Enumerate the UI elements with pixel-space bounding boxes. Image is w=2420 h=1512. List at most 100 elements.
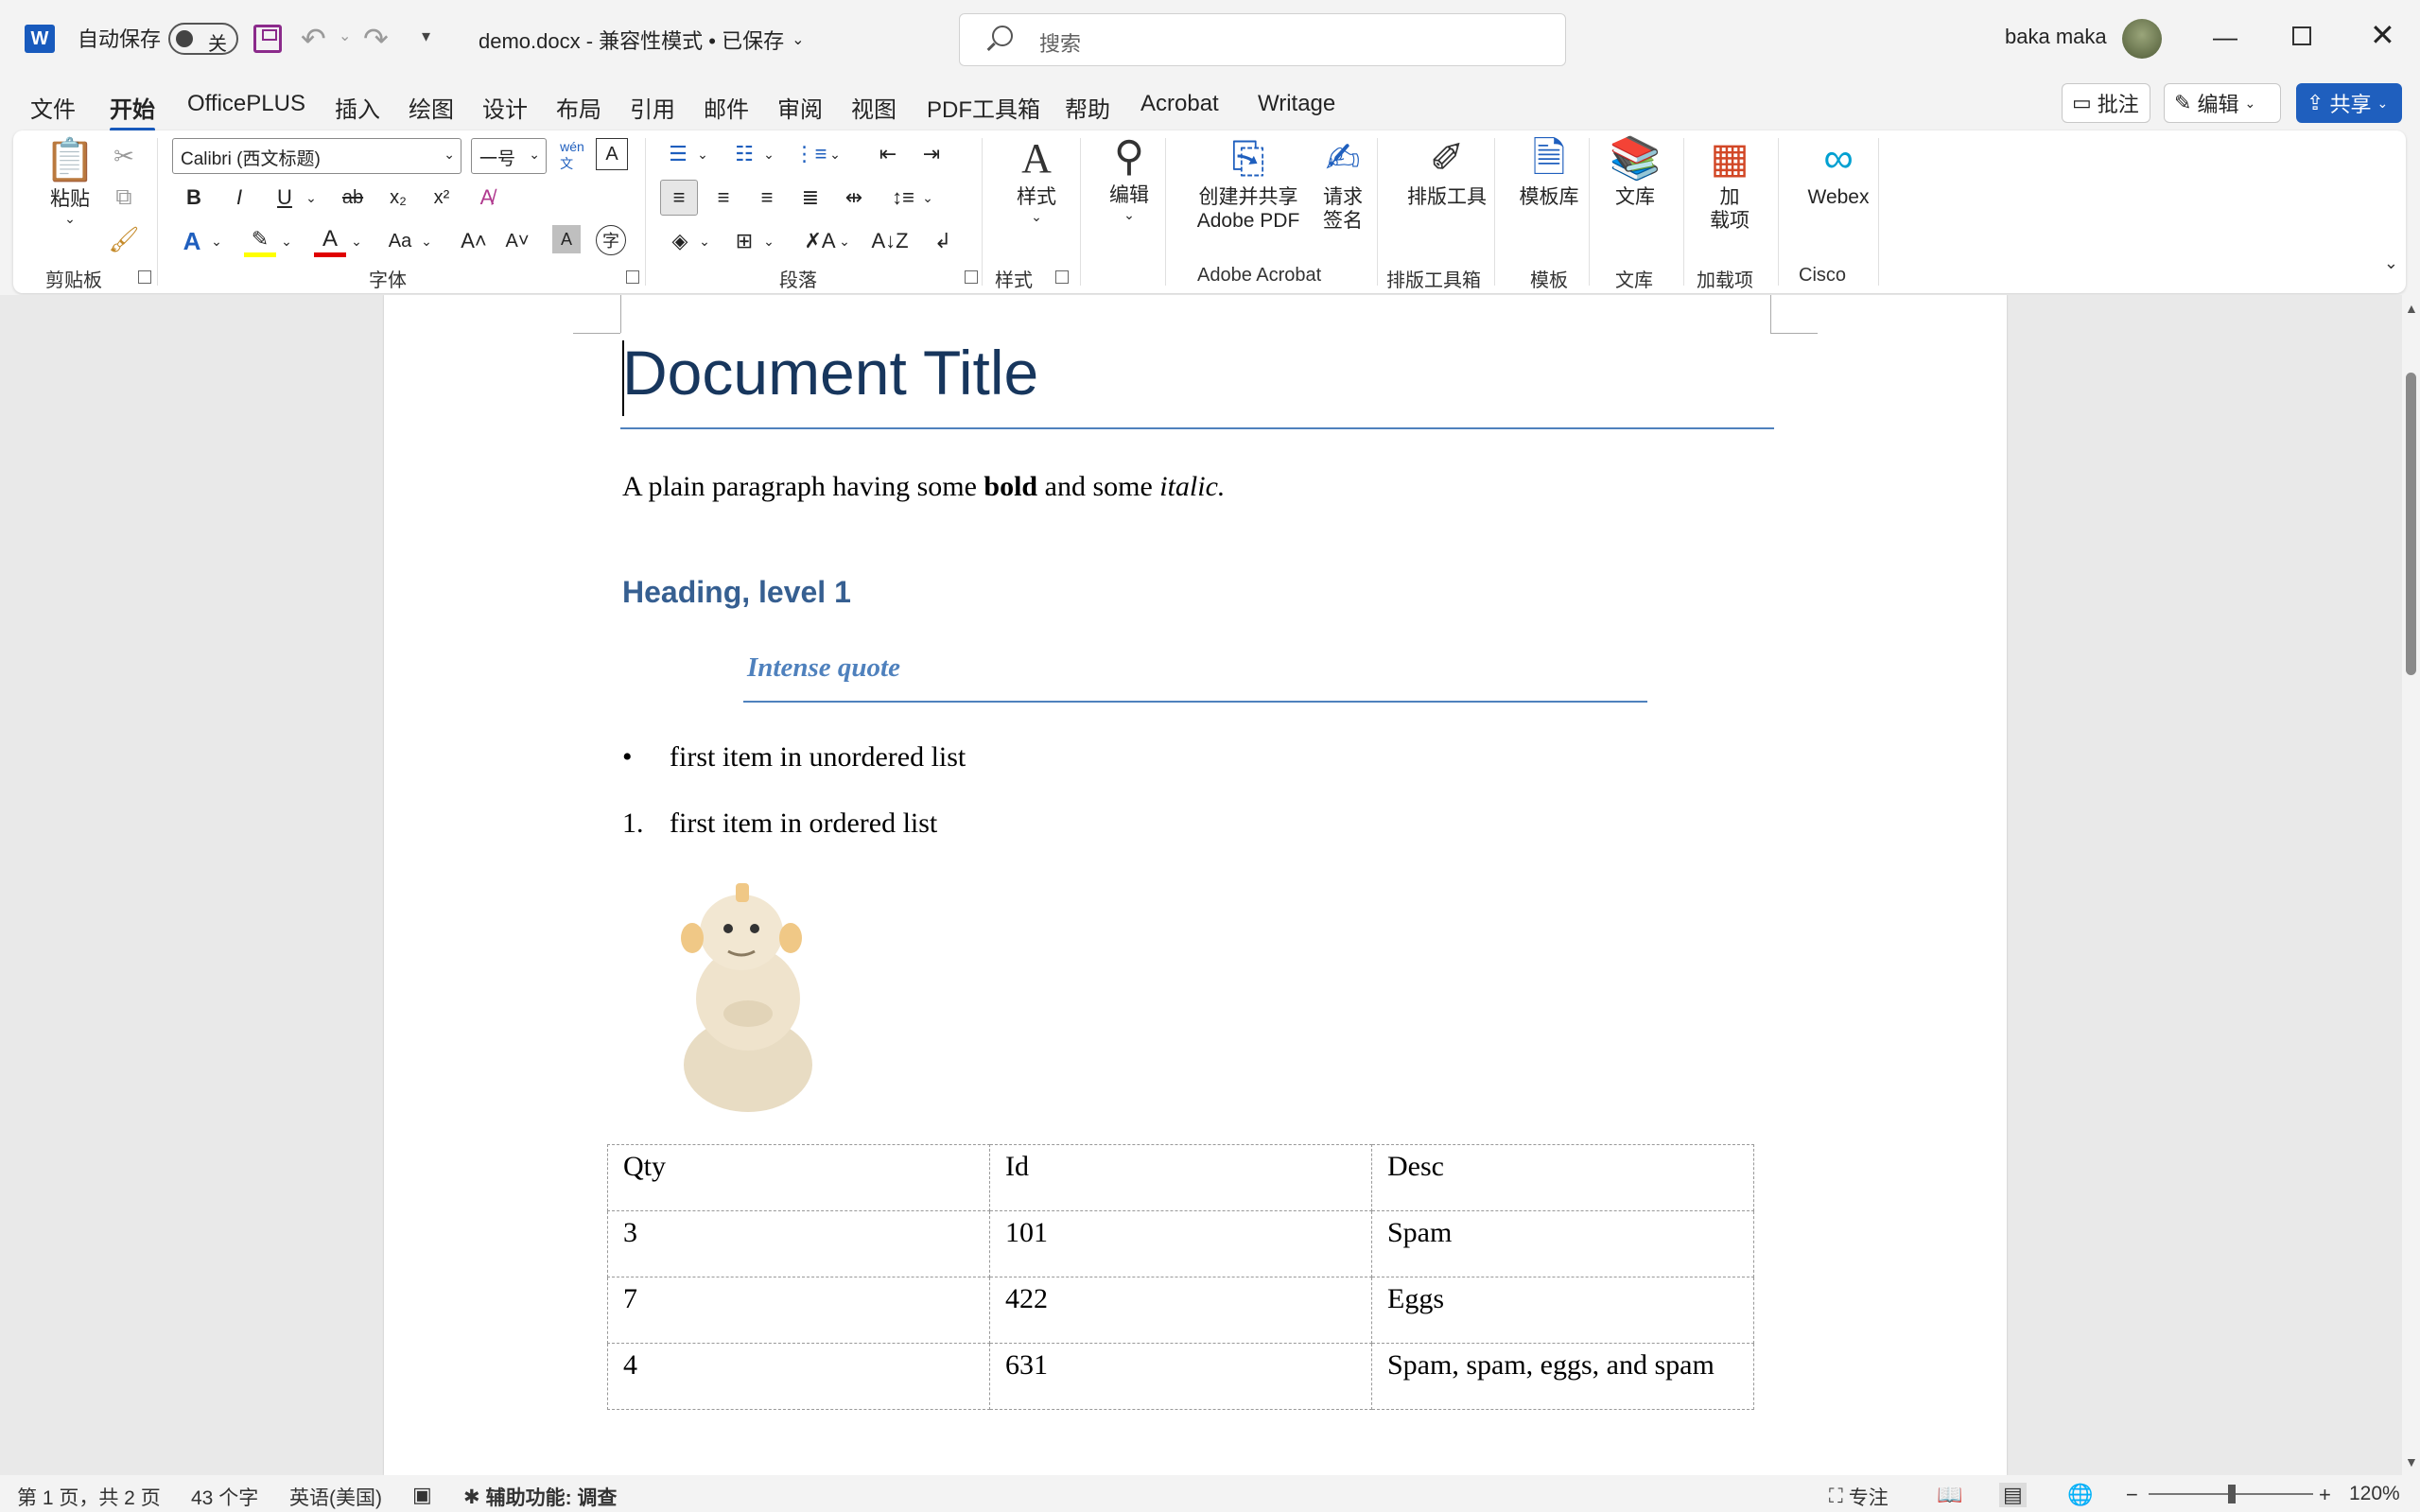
bold-icon[interactable]: B	[178, 182, 210, 214]
subscript-icon[interactable]: x₂	[382, 182, 414, 214]
justify-icon[interactable]: ≣	[792, 180, 828, 216]
webex-button[interactable]: ∞ Webex	[1791, 138, 1886, 209]
heading-level-1[interactable]: Heading, level 1	[622, 575, 851, 610]
scroll-up-icon[interactable]: ▲	[2405, 301, 2418, 316]
layout-tool-button[interactable]: ✐ 排版工具	[1390, 138, 1504, 209]
undo-dropdown-icon[interactable]: ⌄	[339, 26, 351, 45]
distributed-icon[interactable]: ⇹	[836, 180, 872, 216]
line-spacing-icon[interactable]: ↕≡	[887, 180, 919, 216]
tab-references[interactable]: 引用	[630, 91, 675, 124]
avatar[interactable]	[2122, 19, 2162, 59]
text-effects-icon[interactable]: A	[176, 225, 208, 257]
addins-button[interactable]: ▦ 加 载项	[1697, 138, 1763, 233]
tab-mailings[interactable]: 邮件	[704, 91, 749, 124]
ordered-list-item[interactable]: 1. first item in ordered list	[622, 808, 937, 840]
italic-icon[interactable]: I	[223, 182, 255, 214]
tab-help[interactable]: 帮助	[1065, 91, 1110, 124]
character-border-icon[interactable]: A	[596, 138, 628, 170]
copy-icon[interactable]: ⧉	[108, 182, 140, 214]
close-icon[interactable]: ✕	[2370, 17, 2395, 53]
read-mode-icon[interactable]: 📖	[1937, 1483, 1962, 1507]
editing-button[interactable]: ⚲ 编辑 ⌄	[1091, 136, 1167, 223]
align-left-icon[interactable]: ≡	[660, 180, 698, 216]
tab-view[interactable]: 视图	[851, 91, 897, 124]
comments-button[interactable]: ▭ 批注	[2062, 83, 2150, 123]
zoom-level[interactable]: 120%	[2349, 1483, 2400, 1505]
vertical-scrollbar[interactable]: ▲ ▼	[2402, 295, 2420, 1475]
tab-officeplus[interactable]: OfficePLUS	[187, 91, 305, 117]
intense-quote[interactable]: Intense quote	[747, 652, 900, 684]
chevron-down-icon[interactable]: ⌄	[760, 225, 777, 257]
styles-button[interactable]: A 样式 ⌄	[999, 138, 1074, 225]
tab-home[interactable]: 开始	[110, 91, 155, 131]
undo-icon[interactable]: ↶	[301, 21, 326, 57]
chevron-down-icon[interactable]: ⌄	[418, 225, 435, 257]
character-shading-icon[interactable]: A	[552, 225, 581, 253]
table-header-cell[interactable]: Desc	[1371, 1144, 1754, 1211]
zoom-in-icon[interactable]: +	[2319, 1483, 2331, 1507]
templates-button[interactable]: 🗎 模板库	[1502, 138, 1596, 209]
format-painter-icon[interactable]: 🖌	[108, 223, 140, 255]
focus-mode[interactable]: ⛶ 专注	[1829, 1483, 1889, 1511]
clipboard-launcher-icon[interactable]	[138, 270, 151, 284]
macro-record-icon[interactable]: ▣	[412, 1483, 432, 1507]
customize-qat-icon[interactable]: ▾	[422, 26, 430, 46]
accessibility-checker[interactable]: ✱ 辅助功能: 调查	[463, 1483, 617, 1511]
chevron-down-icon[interactable]: ⌄	[278, 225, 295, 257]
styles-launcher-icon[interactable]	[1055, 270, 1069, 284]
font-name-select[interactable]: Calibri (西文标题) ⌄	[172, 138, 461, 174]
chevron-down-icon[interactable]: ⌄	[303, 182, 320, 214]
table-cell[interactable]: 422	[989, 1277, 1372, 1344]
document-heading-title[interactable]: Document Title	[622, 337, 1038, 408]
chevron-down-icon[interactable]: ⌄	[827, 138, 844, 170]
superscript-icon[interactable]: x²	[426, 182, 458, 214]
autosave-toggle[interactable]: 关	[168, 23, 238, 55]
word-count[interactable]: 43 个字	[191, 1483, 258, 1511]
numbering-icon[interactable]: ☷	[728, 138, 760, 170]
borders-icon[interactable]: ⊞	[728, 225, 760, 257]
paste-button[interactable]: 📋 粘贴 ⌄	[42, 140, 98, 227]
chevron-down-icon[interactable]: ⌄	[208, 225, 225, 257]
chevron-down-icon[interactable]: ⌄	[919, 180, 936, 216]
asian-layout-icon[interactable]: ✗A	[804, 225, 836, 257]
save-icon[interactable]	[253, 25, 282, 53]
tab-file[interactable]: 文件	[30, 91, 76, 124]
change-case-icon[interactable]: Aa	[382, 225, 418, 257]
font-size-select[interactable]: 一号 ⌄	[471, 138, 547, 174]
shrink-font-icon[interactable]: A˅	[501, 225, 533, 257]
restore-icon[interactable]	[2292, 26, 2311, 45]
tab-design[interactable]: 设计	[482, 91, 528, 124]
table-cell[interactable]: 3	[607, 1210, 990, 1277]
minimize-icon[interactable]: —	[2213, 23, 2237, 52]
table-cell[interactable]: 7	[607, 1277, 990, 1344]
align-right-icon[interactable]: ≡	[749, 180, 785, 216]
redo-icon[interactable]: ↷	[363, 21, 389, 57]
chevron-down-icon[interactable]: ⌄	[348, 225, 365, 257]
editing-mode-button[interactable]: ✎ 编辑 ⌄	[2164, 83, 2281, 123]
language[interactable]: 英语(美国)	[289, 1483, 382, 1511]
phonetic-guide-icon[interactable]: wén 文	[554, 138, 590, 174]
library-button[interactable]: 📚 文库	[1602, 138, 1668, 209]
multilevel-list-icon[interactable]: ⋮≡	[794, 138, 827, 170]
shading-icon[interactable]: ◈	[664, 225, 696, 257]
tab-insert[interactable]: 插入	[335, 91, 380, 124]
highlight-icon[interactable]: ✎	[244, 225, 276, 257]
share-button[interactable]: ⇪ 共享 ⌄	[2296, 83, 2402, 123]
increase-indent-icon[interactable]: ⇥	[915, 138, 948, 170]
table-cell[interactable]: Spam	[1371, 1210, 1754, 1277]
zoom-slider-thumb[interactable]	[2228, 1485, 2236, 1503]
paragraph-launcher-icon[interactable]	[965, 270, 978, 284]
decrease-indent-icon[interactable]: ⇤	[872, 138, 904, 170]
scroll-thumb[interactable]	[2406, 373, 2416, 675]
scroll-down-icon[interactable]: ▼	[2405, 1454, 2418, 1469]
strikethrough-icon[interactable]: ab	[335, 182, 371, 214]
font-launcher-icon[interactable]	[626, 270, 639, 284]
sort-icon[interactable]: A↓Z	[871, 225, 908, 257]
table-header-cell[interactable]: Qty	[607, 1144, 990, 1211]
user-name[interactable]: baka maka	[2005, 25, 2107, 49]
chevron-down-icon[interactable]: ⌄	[836, 225, 853, 257]
document-page[interactable]: Document Title A plain paragraph having …	[384, 295, 2007, 1475]
web-layout-icon[interactable]: 🌐	[2067, 1483, 2093, 1507]
table-cell[interactable]: 631	[989, 1343, 1372, 1410]
request-signature-button[interactable]: ✍ 请求 签名	[1305, 138, 1381, 233]
